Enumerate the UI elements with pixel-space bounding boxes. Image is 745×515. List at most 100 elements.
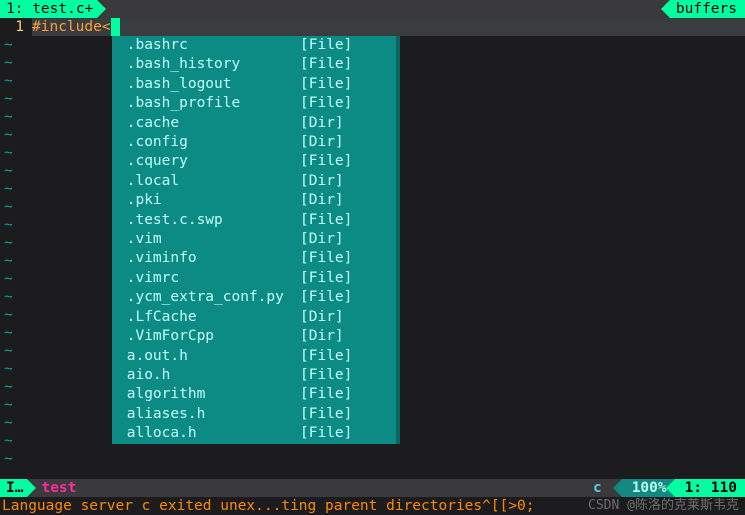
completion-popup[interactable]: .bashrc[File] .bash_history[File] .bash_…: [112, 36, 400, 444]
completion-item[interactable]: .VimForCpp[Dir]: [112, 327, 400, 346]
completion-item-name: .viminfo: [118, 249, 300, 268]
tilde-icon: ~: [0, 450, 13, 468]
completion-item-kind: [File]: [300, 347, 352, 366]
completion-item[interactable]: .cache[Dir]: [112, 114, 400, 133]
completion-item-name: algorithm: [118, 385, 300, 404]
tilde-icon: ~: [0, 306, 13, 324]
completion-item-kind: [File]: [300, 94, 352, 113]
tilde-icon: ~: [0, 180, 13, 198]
completion-item-kind: [Dir]: [300, 230, 344, 249]
tilde-icon: ~: [0, 72, 13, 90]
tilde-icon: ~: [0, 198, 13, 216]
completion-item-kind: [File]: [300, 269, 352, 288]
completion-item[interactable]: algorithm[File]: [112, 385, 400, 404]
completion-item[interactable]: aio.h[File]: [112, 366, 400, 385]
completion-item-name: a.out.h: [118, 347, 300, 366]
tilde-icon: ~: [0, 108, 13, 126]
completion-item-kind: [Dir]: [300, 114, 344, 133]
mode-text: I…: [6, 479, 23, 497]
completion-item[interactable]: .vim[Dir]: [112, 230, 400, 249]
completion-item[interactable]: .test.c.swp[File]: [112, 211, 400, 230]
tilde-icon: ~: [0, 270, 13, 288]
mode-indicator: I…: [0, 479, 27, 497]
completion-item-kind: [Dir]: [300, 191, 344, 210]
code-line: 1 #include<: [0, 18, 745, 36]
completion-item-name: .VimForCpp: [118, 327, 300, 346]
completion-item-name: .pki: [118, 191, 300, 210]
tilde-icon: ~: [0, 288, 13, 306]
completion-item[interactable]: .vimrc[File]: [112, 269, 400, 288]
tilde-icon: ~: [0, 252, 13, 270]
completion-item-name: .LfCache: [118, 308, 300, 327]
tab-buffers[interactable]: buffers: [670, 0, 745, 18]
status-filetype-text: c: [593, 479, 602, 497]
tab-bar: 1: test.c+ buffers: [0, 0, 745, 18]
tilde-icon: ~: [0, 36, 13, 54]
completion-item[interactable]: .viminfo[File]: [112, 249, 400, 268]
completion-item[interactable]: .LfCache[Dir]: [112, 308, 400, 327]
tilde-icon: ~: [0, 360, 13, 378]
completion-item-kind: [Dir]: [300, 133, 344, 152]
completion-item-kind: [File]: [300, 249, 352, 268]
tilde-icon: ~: [0, 126, 13, 144]
completion-item-kind: [Dir]: [300, 172, 344, 191]
cursor: [111, 18, 120, 36]
message-line: Language server c exited unex...ting par…: [0, 497, 745, 515]
status-percent-text: 100%: [632, 479, 667, 497]
status-line: I… test c 100% 1: 110: [0, 479, 745, 497]
completion-item-kind: [File]: [300, 405, 352, 424]
completion-item[interactable]: .cquery[File]: [112, 152, 400, 171]
completion-item-name: .cache: [118, 114, 300, 133]
completion-item[interactable]: a.out.h[File]: [112, 347, 400, 366]
tilde-icon: ~: [0, 216, 13, 234]
completion-item-kind: [File]: [300, 36, 352, 55]
completion-item-name: aio.h: [118, 366, 300, 385]
completion-item[interactable]: .bash_history[File]: [112, 55, 400, 74]
completion-item-kind: [File]: [300, 55, 352, 74]
completion-item[interactable]: .bash_logout[File]: [112, 75, 400, 94]
completion-item[interactable]: .ycm_extra_conf.py[File]: [112, 288, 400, 307]
completion-item-name: aliases.h: [118, 405, 300, 424]
tilde-icon: ~: [0, 378, 13, 396]
status-position-text: 1: 110: [685, 479, 737, 497]
tilde-icon: ~: [0, 162, 13, 180]
completion-item-name: alloca.h: [118, 424, 300, 443]
tilde-icon: ~: [0, 90, 13, 108]
completion-item-name: .vimrc: [118, 269, 300, 288]
message-text: Language server c exited unex...ting par…: [0, 497, 535, 515]
completion-item-name: .test.c.swp: [118, 211, 300, 230]
completion-item[interactable]: .bash_profile[File]: [112, 94, 400, 113]
tilde-icon: ~: [0, 234, 13, 252]
tilde-icon: ~: [0, 414, 13, 432]
completion-item-name: .local: [118, 172, 300, 191]
completion-item-kind: [Dir]: [300, 327, 344, 346]
completion-item[interactable]: alloca.h[File]: [112, 424, 400, 443]
completion-item[interactable]: .local[Dir]: [112, 172, 400, 191]
completion-item-name: .cquery: [118, 152, 300, 171]
completion-item-name: .bash_history: [118, 55, 300, 74]
code-content: #include<: [32, 18, 745, 36]
completion-item-kind: [File]: [300, 152, 352, 171]
tab-current-file[interactable]: 1: test.c+: [0, 0, 97, 18]
editor-area[interactable]: 1 #include< ~~~~~~~~~~~~~~~~~~~~~~~~ .ba…: [0, 18, 745, 479]
completion-item-name: .ycm_extra_conf.py: [118, 288, 300, 307]
tilde-icon: ~: [0, 342, 13, 360]
completion-item-name: .config: [118, 133, 300, 152]
completion-item-kind: [Dir]: [300, 308, 344, 327]
completion-item[interactable]: aliases.h[File]: [112, 405, 400, 424]
completion-item-name: .bash_logout: [118, 75, 300, 94]
completion-item-kind: [File]: [300, 211, 352, 230]
tilde-icon: ~: [0, 54, 13, 72]
line-number: 1: [0, 18, 32, 36]
status-right: c 100% 1: 110: [583, 479, 745, 497]
include-directive: #include<: [32, 18, 111, 36]
empty-line: ~: [0, 450, 745, 468]
tilde-icon: ~: [0, 144, 13, 162]
completion-item[interactable]: .bashrc[File]: [112, 36, 400, 55]
tab-buffers-label: buffers: [676, 0, 737, 18]
tilde-icon: ~: [0, 396, 13, 414]
tab-label: 1: test.c+: [6, 0, 93, 18]
watermark: CSDN @陈洛的克莱斯韦克: [588, 497, 739, 515]
completion-item[interactable]: .pki[Dir]: [112, 191, 400, 210]
completion-item[interactable]: .config[Dir]: [112, 133, 400, 152]
